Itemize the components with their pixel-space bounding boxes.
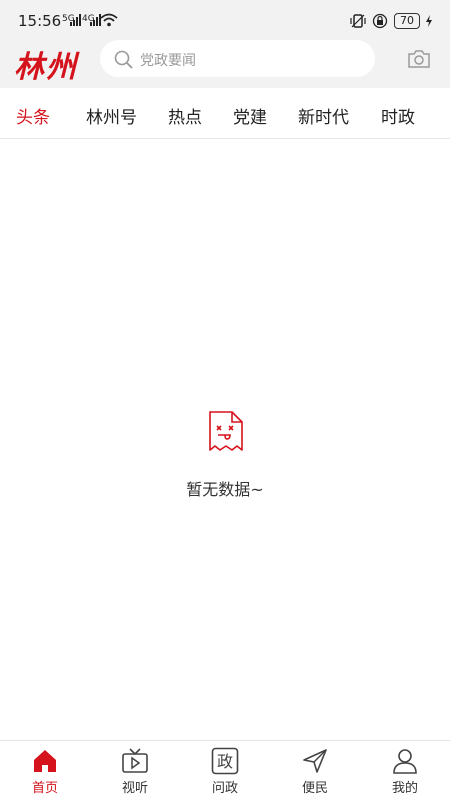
wifi-icon xyxy=(100,13,118,27)
nav-profile-label: 我的 xyxy=(391,781,418,796)
tab-headlines[interactable]: 头条 xyxy=(16,103,50,128)
nav-profile[interactable]: 我的 xyxy=(360,741,450,801)
category-tabs: 头条 林州号 热点 党建 新时代 时政 xyxy=(0,88,450,139)
charging-icon xyxy=(426,15,432,27)
app-logo: 林州 xyxy=(14,50,78,85)
vibrate-icon xyxy=(350,14,366,28)
tab-new-era[interactable]: 新时代 xyxy=(298,103,349,128)
zheng-icon: 政 xyxy=(211,747,239,775)
user-icon xyxy=(393,749,417,774)
nav-services[interactable]: 便民 xyxy=(270,741,360,801)
lock-rotation-icon xyxy=(372,13,388,29)
camera-icon[interactable] xyxy=(407,49,431,69)
empty-state-text: 暂无数据~ xyxy=(186,480,264,499)
nav-services-label: 便民 xyxy=(301,781,328,796)
tab-party-building[interactable]: 党建 xyxy=(233,103,267,128)
zheng-glyph: 政 xyxy=(217,752,233,771)
search-icon xyxy=(114,50,133,69)
status-time: 15:56 xyxy=(18,12,62,30)
nav-inquiry-label: 问政 xyxy=(211,781,238,796)
search-input[interactable]: 党政要闻 xyxy=(100,40,375,77)
tab-linzhou-account[interactable]: 林州号 xyxy=(86,103,137,128)
nav-home[interactable]: 首页 xyxy=(0,741,90,801)
status-right: 70 xyxy=(350,11,432,31)
nav-video[interactable]: 视听 xyxy=(90,741,180,801)
tab-hot[interactable]: 热点 xyxy=(168,103,202,128)
signal-icon xyxy=(70,14,81,26)
tab-politics[interactable]: 时政 xyxy=(381,103,415,128)
bottom-navigation: 首页 视听 政 问政 便民 我的 xyxy=(0,740,450,801)
search-placeholder: 党政要闻 xyxy=(140,53,196,69)
empty-data-icon xyxy=(209,411,243,451)
tv-icon xyxy=(122,748,148,773)
app-header: 林州 党政要闻 xyxy=(0,40,450,88)
status-bar: 15:56 5G 4G 70 xyxy=(0,0,450,40)
send-icon xyxy=(303,749,327,773)
home-icon xyxy=(34,750,56,772)
nav-video-label: 视听 xyxy=(121,781,148,796)
nav-inquiry[interactable]: 政 问政 xyxy=(180,741,270,801)
nav-home-label: 首页 xyxy=(31,781,58,796)
battery-indicator: 70 xyxy=(394,13,420,29)
